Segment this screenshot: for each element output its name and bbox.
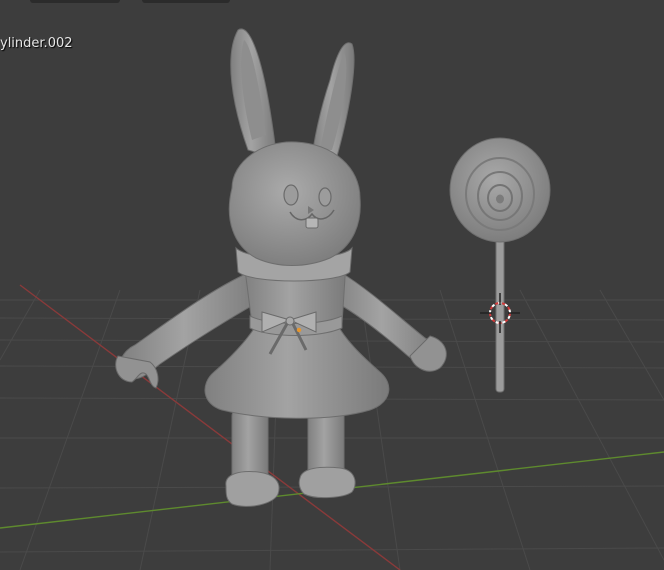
viewport-canvas[interactable] (0, 0, 664, 570)
active-object-label: ylinder.002 (0, 36, 73, 51)
lollipop-mesh[interactable] (449, 137, 551, 393)
rabbit-mesh[interactable] (115, 28, 447, 507)
3d-viewport[interactable]: ylinder.002 (0, 0, 664, 570)
